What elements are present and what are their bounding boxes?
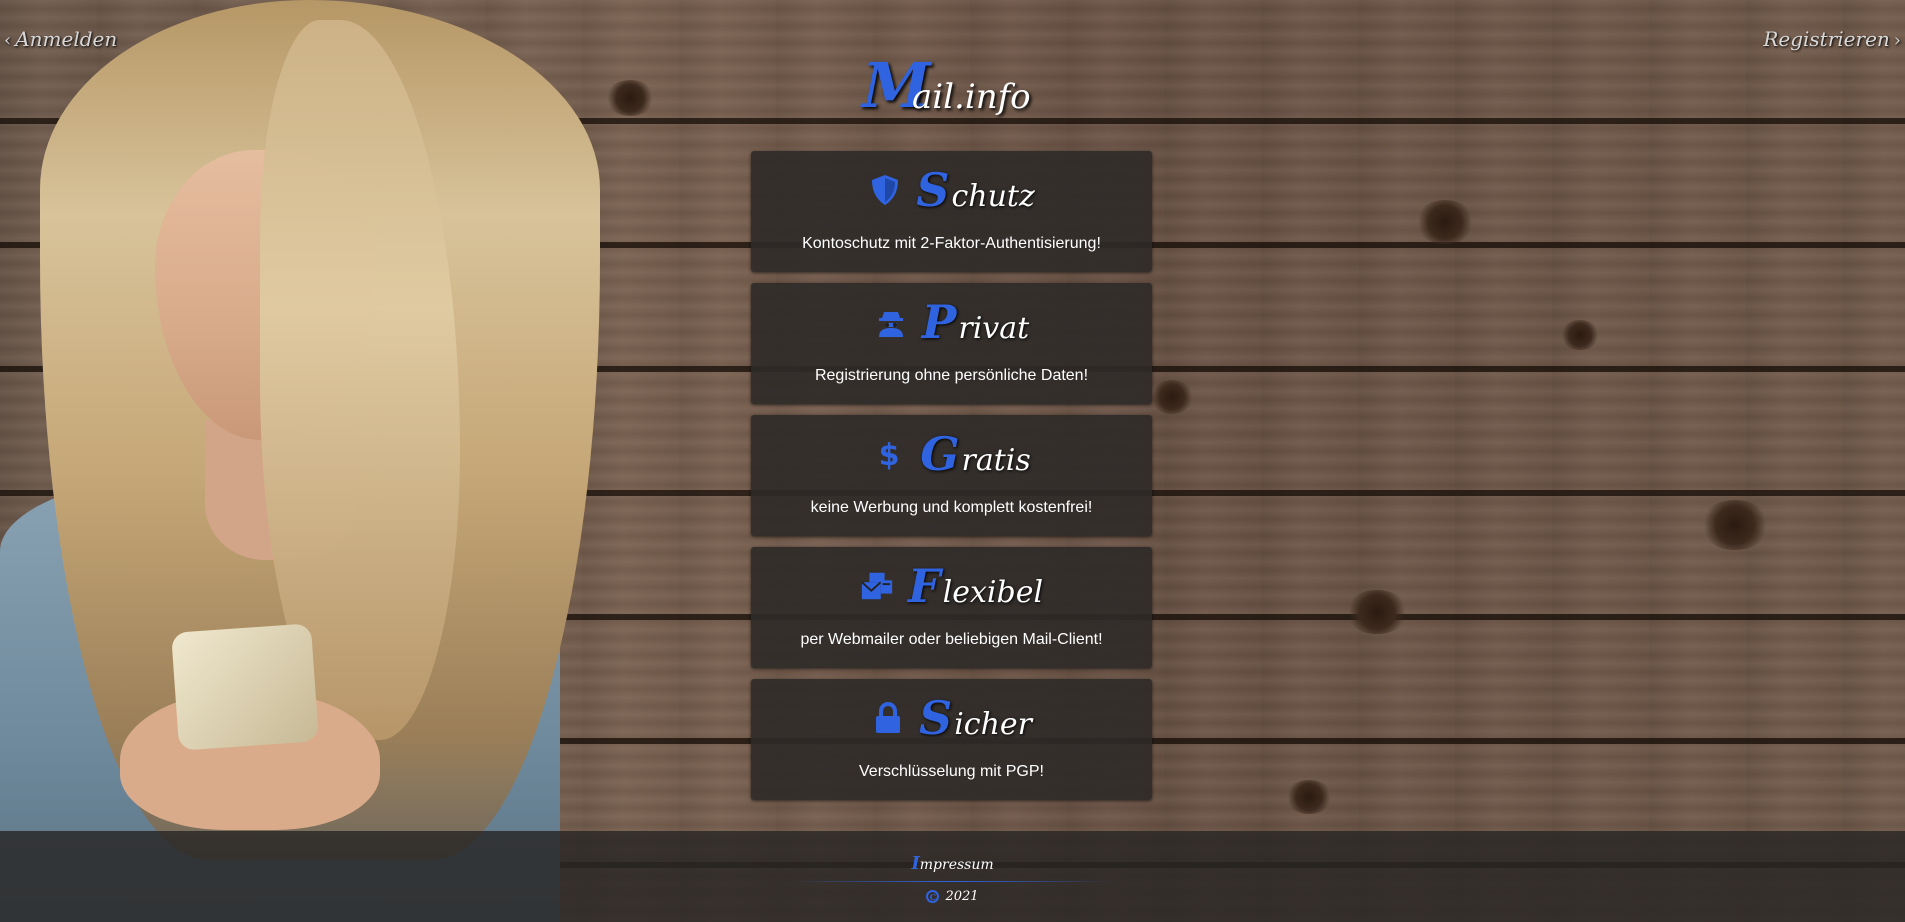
feature-title: Schutz xyxy=(916,163,1035,217)
hero-person-image xyxy=(0,0,600,922)
chevron-left-icon: ‹ xyxy=(4,30,12,51)
impressum-link[interactable]: Impressum xyxy=(0,853,1905,874)
mail-bulk-icon xyxy=(860,569,894,603)
wood-knot xyxy=(1560,320,1600,350)
feature-title: Gratis xyxy=(920,427,1031,481)
phone-image xyxy=(171,623,319,751)
user-secret-icon xyxy=(874,305,908,339)
register-link[interactable]: Registrieren › xyxy=(1763,27,1905,51)
dollar-icon: $ xyxy=(872,437,906,471)
login-label: Anmelden xyxy=(15,27,118,51)
copyright-year: 2021 xyxy=(945,889,979,904)
wood-knot xyxy=(1700,500,1770,550)
footer: Impressum C 2021 xyxy=(0,831,1905,922)
register-label: Registrieren xyxy=(1763,27,1890,51)
wood-knot xyxy=(1415,200,1475,244)
feature-card-flexibel: Flexibel per Webmailer oder beliebigen M… xyxy=(751,547,1152,668)
site-logo[interactable]: M ail.info xyxy=(862,49,1042,125)
feature-description: per Webmailer oder beliebigen Mail-Clien… xyxy=(800,631,1103,648)
feature-card-gratis: $ Gratis keine Werbung und komplett kost… xyxy=(751,415,1152,536)
logo-text: ail.info xyxy=(912,77,1031,117)
feature-description: Kontoschutz mit 2-Faktor-Authentisierung… xyxy=(802,235,1101,252)
feature-card-schutz: Schutz Kontoschutz mit 2-Faktor-Authenti… xyxy=(751,151,1152,272)
feature-card-privat: Privat Registrierung ohne persönliche Da… xyxy=(751,283,1152,404)
wood-knot xyxy=(1150,380,1194,414)
feature-description: Registrierung ohne persönliche Daten! xyxy=(814,367,1089,384)
feature-title: Sicher xyxy=(918,691,1033,745)
login-link[interactable]: ‹ Anmelden xyxy=(0,27,117,51)
copyright-icon: C xyxy=(926,890,940,903)
copyright-notice: C 2021 xyxy=(0,889,1905,904)
wood-knot xyxy=(1285,780,1333,814)
chevron-right-icon: › xyxy=(1893,30,1901,51)
feature-description: Verschlüsselung mit PGP! xyxy=(859,763,1044,780)
feature-card-sicher: Sicher Verschlüsselung mit PGP! xyxy=(751,679,1152,800)
lock-icon xyxy=(871,701,905,735)
svg-text:$: $ xyxy=(879,438,900,471)
feature-title: Flexibel xyxy=(907,559,1044,613)
feature-title: Privat xyxy=(921,295,1030,349)
footer-divider xyxy=(790,881,1115,882)
shield-icon xyxy=(868,173,902,207)
feature-description: keine Werbung und komplett kostenfrei! xyxy=(810,499,1093,516)
wood-knot xyxy=(605,80,655,116)
feature-cards: Schutz Kontoschutz mit 2-Faktor-Authenti… xyxy=(751,151,1152,811)
wood-knot xyxy=(1345,590,1409,634)
